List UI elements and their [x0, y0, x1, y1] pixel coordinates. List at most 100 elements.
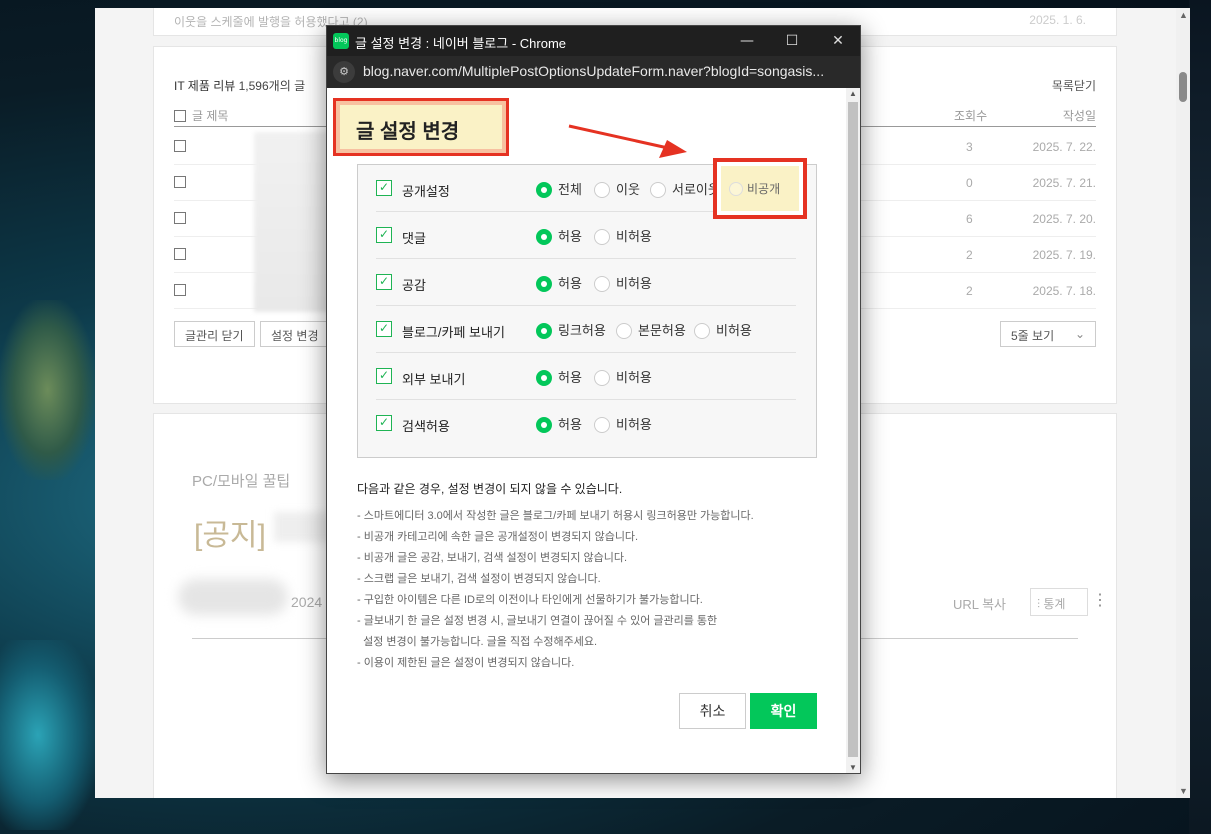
- date-column-header: 작성일: [1062, 109, 1096, 123]
- list-item: - 스마트에디터 3.0에서 작성한 글은 블로그/카페 보내기 허용시 링크허…: [357, 510, 754, 522]
- radio-label: 비허용: [616, 370, 652, 385]
- radio-dot: [536, 417, 552, 433]
- row-views: 2: [966, 284, 973, 298]
- radio-label: 이웃: [616, 182, 640, 197]
- previous-post-date: 2025. 1. 6.: [1029, 13, 1086, 27]
- scroll-down-icon[interactable]: ▼: [1179, 786, 1188, 796]
- row-views: 0: [966, 176, 973, 190]
- radio-dot: [616, 323, 632, 339]
- radio-share-link[interactable]: 링크허용: [536, 320, 606, 339]
- row-checkbox[interactable]: [174, 140, 186, 152]
- url-copy-link[interactable]: URL 복사: [953, 594, 1006, 613]
- views-column-header: 조회수: [954, 109, 988, 123]
- radio-dot: [536, 370, 552, 386]
- popup-scrollbar-thumb[interactable]: [848, 102, 858, 757]
- option-label: 공개설정: [402, 184, 450, 199]
- desktop-wallpaper-reef: [0, 640, 95, 830]
- radio-share-deny[interactable]: 비허용: [694, 320, 752, 339]
- scroll-up-icon[interactable]: ▲: [1179, 10, 1188, 20]
- radio-like-allow[interactable]: 허용: [536, 273, 582, 292]
- title-column-header: 글 제목: [174, 107, 228, 124]
- radio-visibility-neighbor[interactable]: 이웃: [594, 179, 640, 198]
- radio-share-body[interactable]: 본문허용: [616, 320, 686, 339]
- maximize-icon[interactable]: ☐: [777, 30, 807, 52]
- radio-label: 비공개: [747, 182, 781, 196]
- radio-visibility-private[interactable]: 비공개: [721, 166, 799, 211]
- row-checkbox[interactable]: [174, 284, 186, 296]
- check-icon[interactable]: ✓: [376, 415, 392, 431]
- radio-visibility-all[interactable]: 전체: [536, 179, 582, 198]
- radio-comment-deny[interactable]: 비허용: [594, 226, 652, 245]
- radio-dot: [594, 417, 610, 433]
- radio-dot: [594, 370, 610, 386]
- option-label: 공감: [402, 278, 426, 293]
- address-bar[interactable]: ⚙ blog.naver.com/MultiplePostOptionsUpda…: [327, 56, 860, 88]
- stats-label: 통계: [1043, 597, 1066, 611]
- radio-search-deny[interactable]: 비허용: [594, 414, 652, 433]
- row-date: 2025. 7. 19.: [1032, 248, 1096, 262]
- window-title: 글 설정 변경 : 네이버 블로그 - Chrome: [355, 36, 567, 51]
- list-category: IT 제품 리뷰: [174, 79, 236, 93]
- more-options-icon[interactable]: ⋮: [1092, 590, 1108, 610]
- option-label: 검색허용: [402, 419, 450, 434]
- list-close-link[interactable]: 목록닫기: [1052, 77, 1096, 94]
- row-checkbox[interactable]: [174, 248, 186, 260]
- radio-visibility-mutual[interactable]: 서로이웃: [650, 179, 720, 198]
- radio-label: 비허용: [716, 323, 752, 338]
- radio-dot: [594, 182, 610, 198]
- page-scrollbar-thumb[interactable]: [1179, 72, 1187, 102]
- popup-content: 글 설정 변경 ✓ 공개설정 전체 이웃 서로이웃 ✓ 댓글 허용 비허용 ✓ …: [327, 88, 846, 773]
- radio-external-allow[interactable]: 허용: [536, 367, 582, 386]
- notice-list: - 스마트에디터 3.0에서 작성한 글은 블로그/카페 보내기 허용시 링크허…: [357, 506, 827, 674]
- post-category[interactable]: PC/모바일 꿀팁: [192, 470, 290, 491]
- desktop-wallpaper-edge: [1189, 0, 1211, 834]
- list-item: - 비공개 글은 공감, 보내기, 검색 설정이 변경되지 않습니다.: [357, 552, 628, 564]
- radio-dot: [594, 276, 610, 292]
- radio-label: 허용: [558, 276, 582, 291]
- row-checkbox[interactable]: [174, 176, 186, 188]
- row-date: 2025. 7. 21.: [1032, 176, 1096, 190]
- list-item: - 구입한 아이템은 다른 ID로의 이전이나 타인에게 선물하기가 불가능합니…: [357, 594, 703, 606]
- radio-like-deny[interactable]: 비허용: [594, 273, 652, 292]
- radio-comment-allow[interactable]: 허용: [536, 226, 582, 245]
- scroll-down-icon[interactable]: ▼: [849, 763, 857, 772]
- radio-external-deny[interactable]: 비허용: [594, 367, 652, 386]
- check-icon[interactable]: ✓: [376, 321, 392, 337]
- select-all-checkbox[interactable]: [174, 110, 186, 122]
- manage-close-button[interactable]: 글관리 닫기: [174, 321, 255, 347]
- radio-dot: [594, 229, 610, 245]
- scroll-up-icon[interactable]: ▲: [849, 89, 857, 98]
- check-icon[interactable]: ✓: [376, 274, 392, 290]
- stats-button[interactable]: ⫶ 통계: [1030, 588, 1088, 616]
- radio-dot: [650, 182, 666, 198]
- window-titlebar[interactable]: blog 글 설정 변경 : 네이버 블로그 - Chrome — ☐ ✕: [327, 26, 860, 56]
- row-checkbox[interactable]: [174, 212, 186, 224]
- radio-label: 링크허용: [558, 323, 606, 338]
- cancel-button[interactable]: 취소: [679, 693, 746, 729]
- post-date: 2024: [291, 594, 323, 610]
- page-scrollbar[interactable]: ▲ ▼: [1176, 8, 1190, 798]
- dialog-title-highlight: 글 설정 변경: [333, 98, 509, 156]
- setting-change-button[interactable]: 설정 변경: [260, 321, 330, 347]
- check-icon[interactable]: ✓: [376, 368, 392, 384]
- minimize-icon[interactable]: —: [732, 30, 762, 52]
- option-row-search: ✓ 검색허용 허용 비허용: [376, 400, 796, 447]
- popup-scrollbar[interactable]: ▲ ▼: [846, 88, 860, 773]
- chart-icon: ⫶: [1037, 597, 1041, 611]
- list-item: - 스크랩 글은 보내기, 검색 설정이 변경되지 않습니다.: [357, 573, 601, 585]
- check-icon[interactable]: ✓: [376, 180, 392, 196]
- naver-blog-icon: blog: [333, 33, 349, 49]
- dialog-title: 글 설정 변경: [340, 105, 502, 149]
- option-label: 블로그/카페 보내기: [402, 325, 505, 340]
- check-icon[interactable]: ✓: [376, 227, 392, 243]
- close-icon[interactable]: ✕: [823, 30, 853, 52]
- radio-label: 본문허용: [638, 323, 686, 338]
- option-row-share: ✓ 블로그/카페 보내기 링크허용 본문허용 비허용: [376, 306, 796, 353]
- radio-label: 허용: [558, 370, 582, 385]
- site-settings-icon[interactable]: ⚙: [333, 61, 355, 83]
- view-count-select[interactable]: 5줄 보기 ⌄: [1000, 321, 1096, 347]
- view-count-value: 5줄 보기: [1011, 329, 1055, 343]
- post-title: [공지]: [194, 519, 266, 552]
- confirm-button[interactable]: 확인: [750, 693, 817, 729]
- radio-search-allow[interactable]: 허용: [536, 414, 582, 433]
